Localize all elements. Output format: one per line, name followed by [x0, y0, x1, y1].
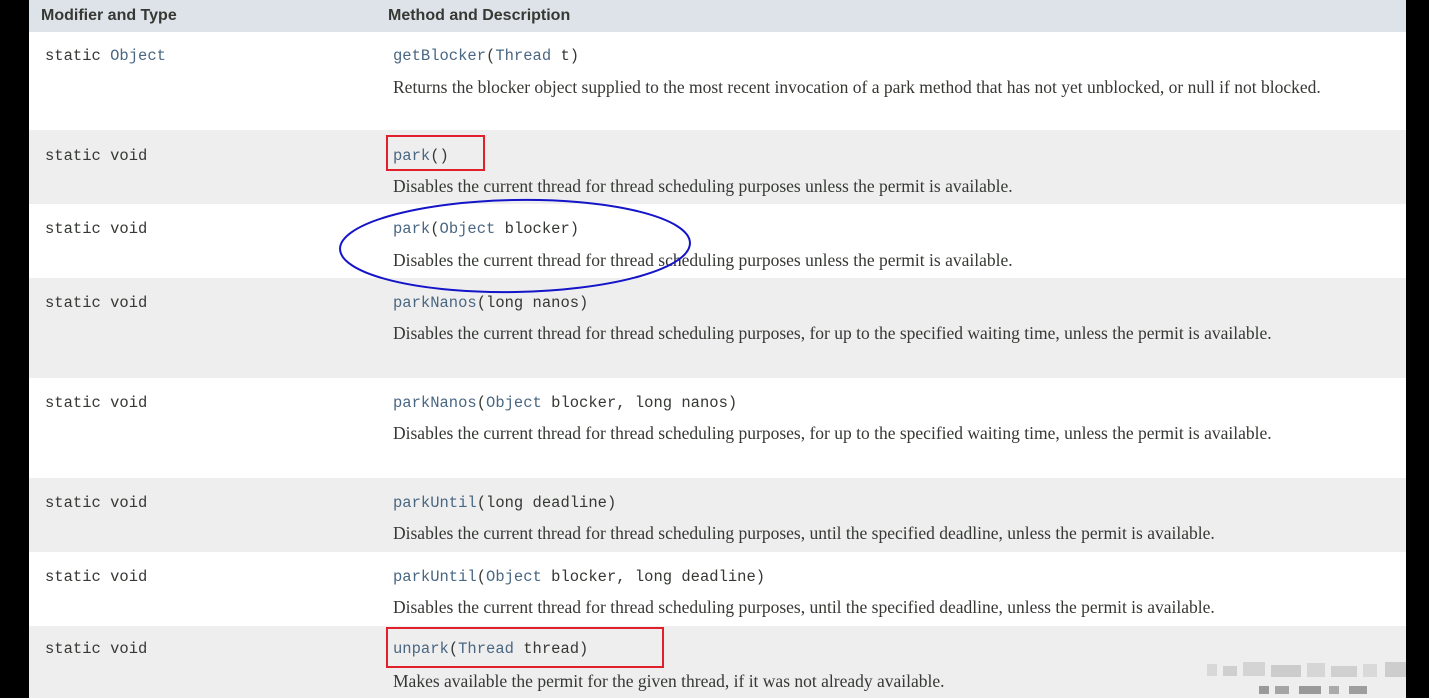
- method-description: Disables the current thread for thread s…: [393, 597, 1215, 617]
- watermark: [1199, 660, 1406, 696]
- red-highlight-box-park: [386, 135, 485, 171]
- row-type: static Object: [45, 47, 166, 65]
- method-link[interactable]: parkNanos: [393, 394, 477, 412]
- method-link[interactable]: park: [393, 220, 430, 238]
- param-type-link[interactable]: Thread: [495, 47, 551, 65]
- row-type: static void: [45, 494, 148, 512]
- table-row: static void parkUntil(Object blocker, lo…: [29, 552, 1406, 626]
- method-description: Disables the current thread for thread s…: [393, 250, 1013, 270]
- method-signature: parkNanos(long nanos): [393, 294, 589, 312]
- row-type: static void: [45, 294, 148, 312]
- api-summary-page: Modifier and Type Method and Description…: [29, 0, 1406, 698]
- type-link[interactable]: Object: [110, 47, 166, 65]
- table-row: static void park(Object blocker) Disable…: [29, 204, 1406, 278]
- method-signature: getBlocker(Thread t): [393, 47, 580, 65]
- table-row: static void park() Disables the current …: [29, 130, 1406, 204]
- table-row: static Object getBlocker(Thread t) Retur…: [29, 32, 1406, 130]
- row-type: static void: [45, 640, 148, 658]
- row-type: static void: [45, 147, 148, 165]
- method-description: Returns the blocker object supplied to t…: [393, 77, 1321, 97]
- row-type: static void: [45, 220, 148, 238]
- method-description: Disables the current thread for thread s…: [393, 323, 1272, 343]
- method-signature: parkNanos(Object blocker, long nanos): [393, 394, 738, 412]
- red-highlight-box-unpark: [386, 627, 664, 668]
- param-type-link[interactable]: Object: [486, 568, 542, 586]
- method-description: Disables the current thread for thread s…: [393, 523, 1215, 543]
- method-link[interactable]: parkUntil: [393, 568, 477, 586]
- param-type-link[interactable]: Object: [486, 394, 542, 412]
- table-row: static void parkNanos(Object blocker, lo…: [29, 378, 1406, 478]
- method-signature: parkUntil(Object blocker, long deadline): [393, 568, 766, 586]
- method-signature: parkUntil(long deadline): [393, 494, 617, 512]
- table-row: static void parkUntil(long deadline) Dis…: [29, 478, 1406, 552]
- param-type-link[interactable]: Object: [440, 220, 496, 238]
- table-row: static void parkNanos(long nanos) Disabl…: [29, 278, 1406, 378]
- header-method-description: Method and Description: [388, 7, 571, 24]
- method-link[interactable]: parkUntil: [393, 494, 477, 512]
- table-header: Modifier and Type Method and Description: [29, 0, 1406, 32]
- method-description: Disables the current thread for thread s…: [393, 176, 1013, 196]
- method-description: Disables the current thread for thread s…: [393, 423, 1272, 443]
- row-type: static void: [45, 394, 148, 412]
- row-type: static void: [45, 568, 148, 586]
- method-link[interactable]: parkNanos: [393, 294, 477, 312]
- method-link[interactable]: getBlocker: [393, 47, 486, 65]
- method-signature: park(Object blocker): [393, 220, 580, 238]
- watermark-blur-icon: [1207, 662, 1406, 694]
- header-modifier-type: Modifier and Type: [41, 7, 177, 24]
